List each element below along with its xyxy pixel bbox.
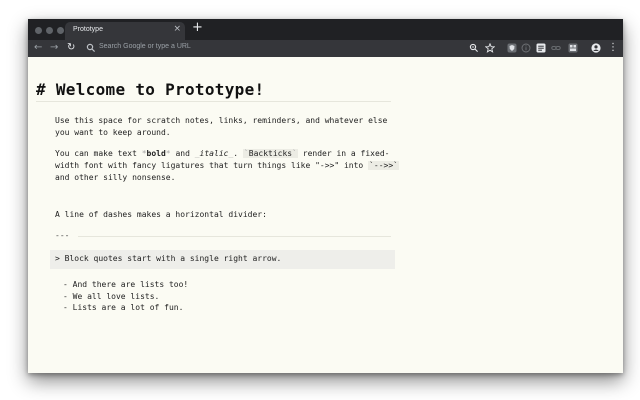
list-item: - We all love lists. — [63, 291, 160, 301]
paragraph-line: Use this space for scratch notes, links,… — [55, 116, 388, 125]
horizontal-divider — [78, 236, 391, 237]
block-quote: > Block quotes start with a single right… — [50, 250, 395, 269]
reload-icon[interactable]: ↻ — [67, 42, 75, 53]
text-run: You can make text — [55, 149, 142, 158]
paragraph-line: you want to keep around. — [55, 128, 171, 137]
block-quote-text: > Block quotes start with a single right… — [55, 254, 282, 263]
extension-info-icon[interactable] — [521, 43, 531, 53]
back-icon[interactable]: ← — [34, 42, 42, 53]
paragraph-intro: Use this space for scratch notes, links,… — [55, 115, 387, 139]
omnibox-search-icon — [86, 43, 96, 53]
inline-code: `Backticks` — [242, 149, 298, 158]
tab-title: Prototype — [73, 26, 103, 33]
ligature-code-sample: `-->>` — [368, 161, 399, 170]
text-run: and — [170, 149, 195, 158]
tab-prototype[interactable]: Prototype × — [65, 22, 185, 40]
zoom-icon[interactable] — [469, 43, 479, 53]
maximize-window-dot[interactable] — [57, 27, 64, 34]
text-run: render in a fixed- — [297, 149, 390, 158]
minimize-window-dot[interactable] — [46, 27, 53, 34]
bold-text: bold — [146, 149, 166, 158]
bookmark-star-icon[interactable] — [485, 43, 495, 53]
extension-shield-icon[interactable] — [507, 43, 517, 53]
note-heading: # Welcome to Prototype! — [36, 80, 265, 99]
new-tab-button[interactable]: + — [192, 20, 203, 35]
profile-avatar-icon[interactable] — [591, 43, 601, 53]
kebab-menu-icon[interactable]: ⋮ — [608, 42, 618, 53]
paragraph-line: width font with fancy ligatures that tur… — [55, 160, 399, 172]
browser-window: Prototype × + ← → ↻ Search Google or typ… — [28, 19, 623, 373]
divider-dashes: --- — [55, 231, 70, 240]
close-window-dot[interactable] — [35, 27, 42, 34]
paragraph-divider-hint: A line of dashes makes a horizontal divi… — [55, 210, 267, 219]
extension-link-icon[interactable] — [551, 43, 561, 53]
text-run: . — [233, 149, 243, 158]
tab-strip: Prototype × + — [28, 19, 623, 40]
tab-close-icon[interactable]: × — [173, 24, 181, 34]
browser-toolbar: ← → ↻ Search Google or type a URL ⋮ — [28, 40, 623, 57]
heading-underline — [36, 101, 391, 102]
omnibox-input[interactable]: Search Google or type a URL — [99, 43, 191, 50]
list-item: - Lists are a lot of fun. — [63, 303, 184, 312]
note-list: - And there are lists too! - We all love… — [63, 279, 188, 314]
backtick-marker: ` — [292, 149, 297, 158]
italic-text: italic — [199, 149, 229, 158]
forward-icon[interactable]: → — [50, 42, 58, 53]
extension-notes-icon[interactable] — [536, 43, 546, 53]
paragraph-line: You can make text *bold* and _italic_. `… — [55, 148, 399, 160]
paragraph-formatting: You can make text *bold* and _italic_. `… — [55, 148, 399, 184]
note-editor[interactable]: # Welcome to Prototype! Use this space f… — [28, 57, 623, 373]
backticks-text: Backticks — [248, 149, 293, 158]
extension-grid-icon[interactable] — [568, 43, 578, 53]
text-run: width font with fancy ligatures that tur… — [55, 161, 369, 170]
paragraph-line: and other silly nonsense. — [55, 173, 176, 182]
list-item: - And there are lists too! — [63, 280, 189, 289]
